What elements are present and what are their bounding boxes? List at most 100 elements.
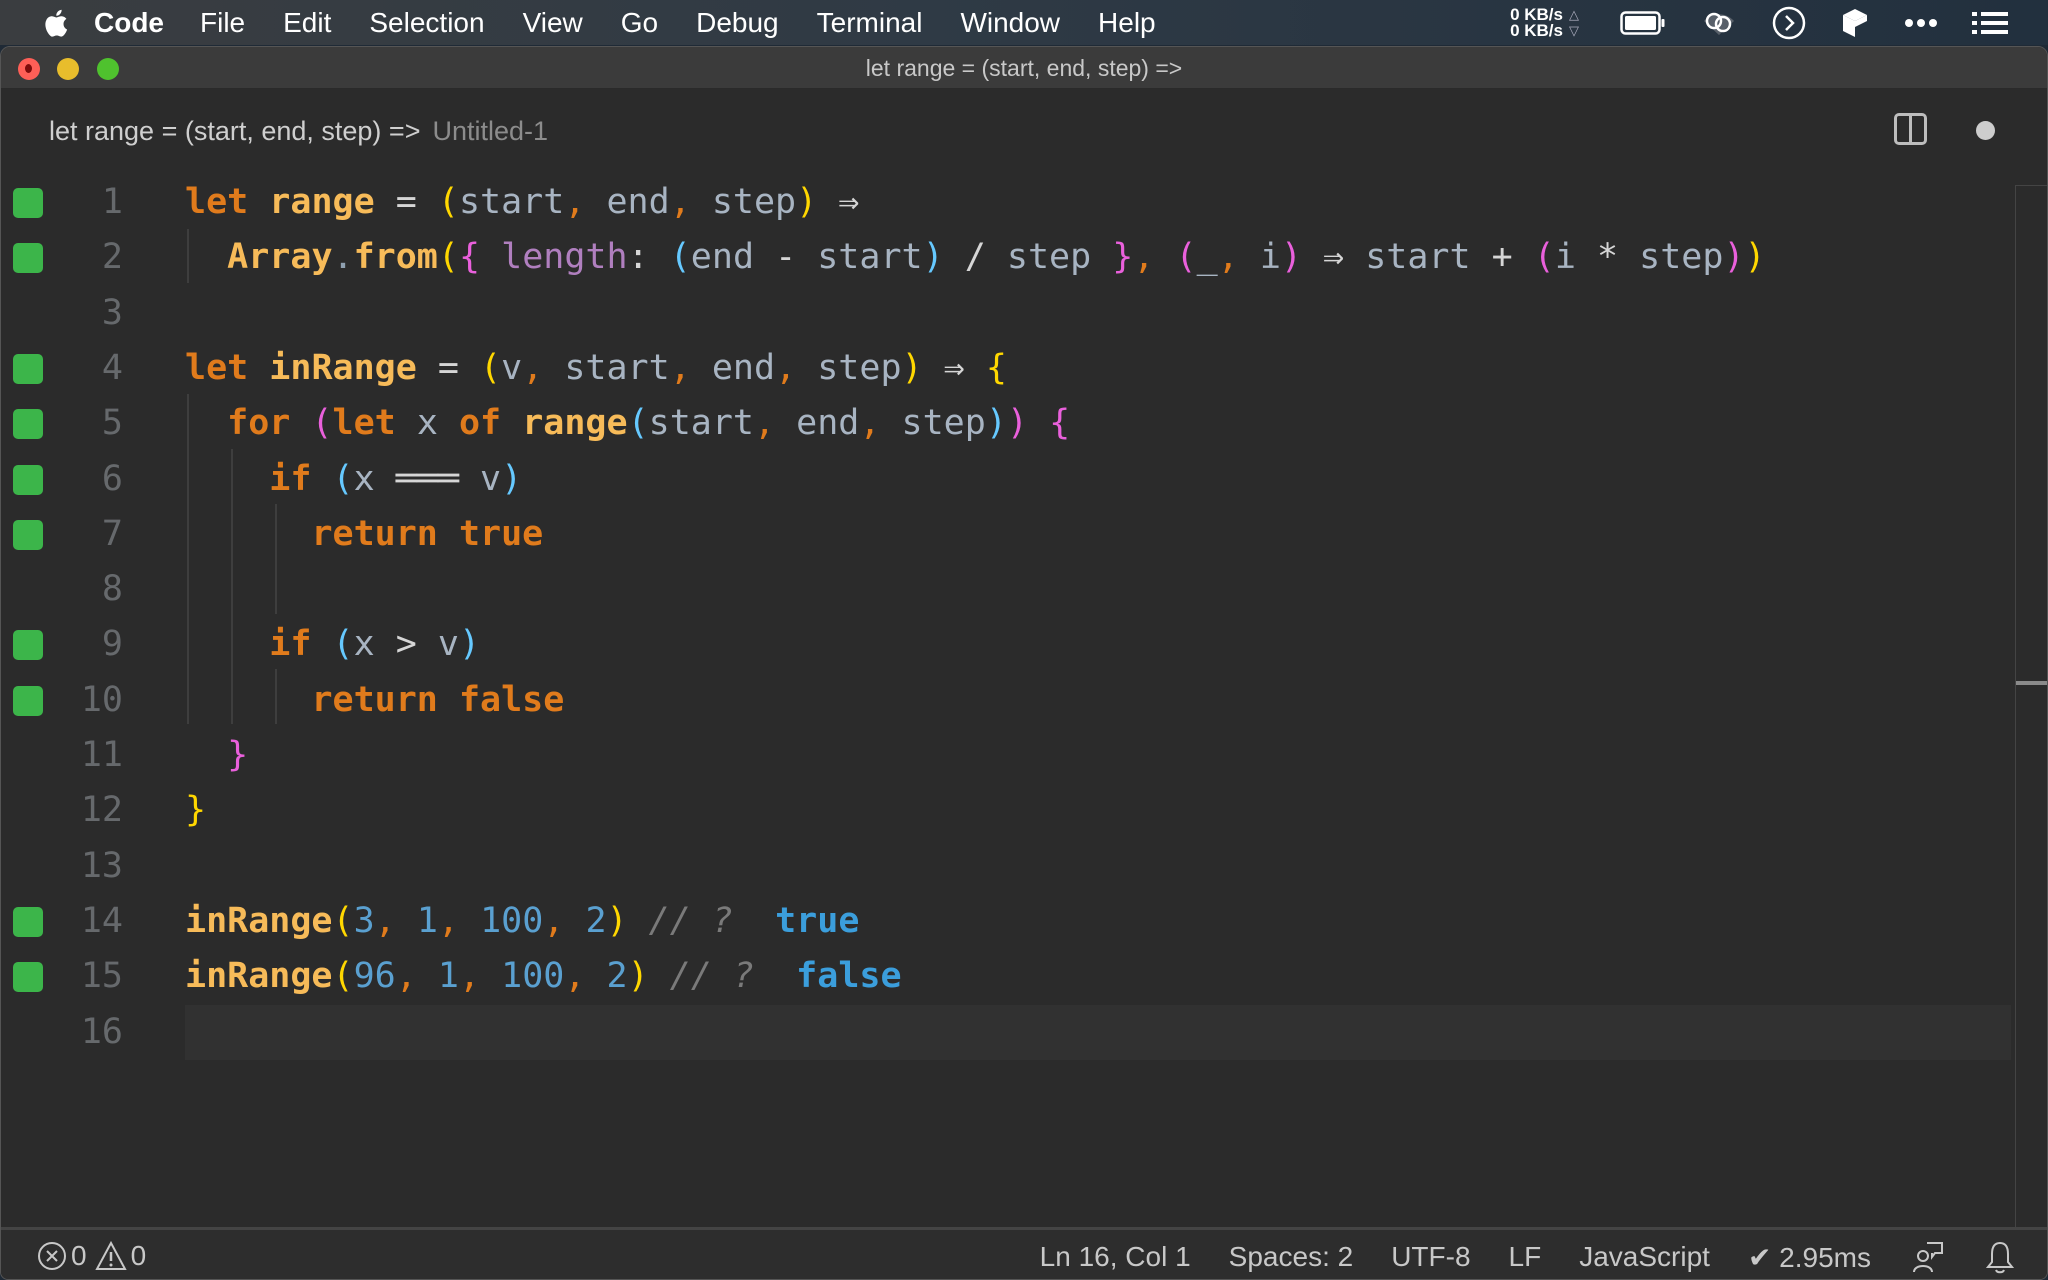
file-encoding[interactable]: UTF-8 xyxy=(1391,1241,1470,1273)
code-token: return xyxy=(311,679,438,720)
tab-label: let range = (start, end, step) => xyxy=(49,116,421,146)
code-line[interactable]: 2 Array.from({ length: (end - start) / s… xyxy=(1,230,2011,285)
code-token: ⇒ xyxy=(817,182,860,222)
code-token: ( xyxy=(480,347,502,388)
menu-terminal[interactable]: Terminal xyxy=(817,7,923,39)
code-line[interactable]: 7 return true xyxy=(1,507,2011,562)
line-code[interactable] xyxy=(185,839,2011,894)
code-token: start xyxy=(817,237,923,278)
code-line[interactable]: 9 if (x > v) xyxy=(1,617,2011,672)
line-code[interactable]: Array.from({ length: (end - start) / ste… xyxy=(185,230,2011,285)
code-line[interactable]: 14 inRange(3, 1, 100, 2) // ? true xyxy=(1,894,2011,949)
vertical-scrollbar[interactable] xyxy=(2015,185,2016,1279)
line-code[interactable]: let inRange = (v, start, end, step) ⇒ { xyxy=(185,341,2011,396)
error-count: 0 xyxy=(71,1240,87,1271)
line-code[interactable]: return false xyxy=(185,673,2011,728)
code-line[interactable]: 15 inRange(96, 1, 100, 2) // ? false xyxy=(1,949,2011,1004)
menu-window[interactable]: Window xyxy=(960,7,1060,39)
more-dots-icon[interactable] xyxy=(1904,18,1938,28)
end-of-line[interactable]: LF xyxy=(1509,1241,1542,1273)
editor-tab[interactable]: let range = (start, end, step) => Untitle… xyxy=(49,116,548,147)
line-code[interactable]: for (let x of range(start, end, step)) { xyxy=(185,396,2011,451)
box-icon[interactable] xyxy=(1840,7,1870,39)
line-code[interactable]: if (x > v) xyxy=(185,617,2011,672)
window-titlebar[interactable]: let range = (start, end, step) => xyxy=(1,47,2047,89)
split-editor-icon[interactable] xyxy=(1894,113,1927,145)
menu-code[interactable]: Code xyxy=(94,7,164,39)
code-token: = xyxy=(374,182,438,222)
code-line[interactable]: 1 let range = (start, end, step) ⇒ xyxy=(1,175,2011,230)
line-code[interactable]: inRange(3, 1, 100, 2) // ? true xyxy=(185,894,2011,949)
play-circle-icon[interactable] xyxy=(1772,6,1806,40)
cursor-position[interactable]: Ln 16, Col 1 xyxy=(1040,1241,1191,1273)
creative-cloud-icon[interactable] xyxy=(1700,9,1738,37)
feedback-person-icon[interactable] xyxy=(1911,1240,1945,1274)
battery-icon[interactable] xyxy=(1620,10,1666,35)
code-token: ═══ xyxy=(395,458,459,499)
code-editor[interactable]: 1 let range = (start, end, step) ⇒ 2 Array… xyxy=(1,173,2047,1279)
menu-selection[interactable]: Selection xyxy=(369,7,484,39)
line-code[interactable]: } xyxy=(185,728,2011,783)
problems-indicator[interactable]: 0 0 xyxy=(37,1240,154,1272)
code-token: true xyxy=(754,900,860,941)
window-title: let range = (start, end, step) => xyxy=(865,55,1183,81)
unsaved-dot-icon[interactable] xyxy=(1976,121,1995,140)
code-token: start xyxy=(458,182,565,222)
indentation-setting[interactable]: Spaces: 2 xyxy=(1229,1241,1354,1273)
code-token: step xyxy=(1006,237,1092,278)
quokka-timing[interactable]: ✔ 2.95ms xyxy=(1748,1241,1871,1274)
code-line[interactable]: 10 return false xyxy=(1,673,2011,728)
line-code[interactable]: } xyxy=(185,783,2011,838)
line-code[interactable]: if (x ═══ v) xyxy=(185,452,2011,507)
code-token: ) xyxy=(901,347,923,388)
line-number: 12 xyxy=(80,790,123,831)
code-line[interactable]: 3 xyxy=(1,286,2011,341)
line-number: 2 xyxy=(101,237,123,278)
code-token: , xyxy=(1217,237,1260,278)
menu-file[interactable]: File xyxy=(200,7,245,39)
line-code[interactable]: let range = (start, end, step) ⇒ xyxy=(185,175,2011,230)
code-line[interactable]: 16 xyxy=(1,1004,2011,1060)
coverage-marker-icon xyxy=(13,243,43,274)
menu-go[interactable]: Go xyxy=(621,7,658,39)
code-token: ( xyxy=(627,403,649,444)
network-arrows: △ ▽ xyxy=(1569,7,1579,39)
menu-help[interactable]: Help xyxy=(1098,7,1156,39)
code-token: , xyxy=(564,182,607,222)
code-token: ( xyxy=(437,182,459,222)
language-mode[interactable]: JavaScript xyxy=(1579,1241,1710,1273)
line-code[interactable] xyxy=(185,562,2011,617)
code-line[interactable]: 12} xyxy=(1,783,2011,838)
line-code[interactable] xyxy=(185,286,2011,341)
notifications-bell-icon[interactable] xyxy=(1985,1240,2015,1274)
menu-debug[interactable]: Debug xyxy=(696,7,779,39)
code-line[interactable]: 6 if (x ═══ v) xyxy=(1,452,2011,507)
apple-logo-icon[interactable] xyxy=(40,8,70,38)
code-line[interactable]: 11 } xyxy=(1,728,2011,783)
code-token: , xyxy=(859,403,902,444)
code-line[interactable]: 8 xyxy=(1,562,2011,617)
code-token: , xyxy=(437,900,481,941)
list-icon[interactable] xyxy=(1972,11,2008,35)
code-token: ( xyxy=(1533,237,1555,278)
code-token: range xyxy=(522,403,628,444)
code-line[interactable]: 13 xyxy=(1,839,2011,894)
line-code[interactable] xyxy=(185,1004,2011,1060)
menu-edit[interactable]: Edit xyxy=(283,7,331,39)
code-token: x xyxy=(395,403,459,444)
code-line[interactable]: 5 for (let x of range(start, end, step))… xyxy=(1,396,2011,451)
menu-view[interactable]: View xyxy=(523,7,583,39)
coverage-marker-icon xyxy=(13,685,43,716)
code-token: 1 xyxy=(437,956,459,997)
line-code[interactable]: inRange(96, 1, 100, 2) // ? false xyxy=(185,949,2011,1004)
code-line[interactable]: 4 let inRange = (v, start, end, step) ⇒ { xyxy=(1,341,2011,396)
network-speed[interactable]: 0 KB/s 0 KB/s xyxy=(1510,6,1563,39)
code-token: . xyxy=(332,237,354,278)
line-code[interactable]: return true xyxy=(185,507,2011,562)
code-token: length xyxy=(501,237,628,278)
